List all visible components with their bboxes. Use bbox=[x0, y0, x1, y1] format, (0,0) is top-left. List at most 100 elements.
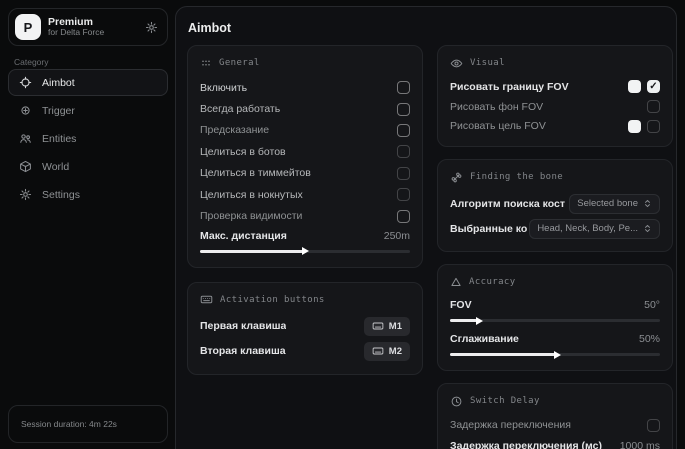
visual-row: Рисовать границу FOV bbox=[450, 77, 660, 97]
color-swatch[interactable] bbox=[628, 120, 641, 133]
slider-fill[interactable] bbox=[200, 250, 303, 253]
unfold-chevrons-icon bbox=[643, 224, 652, 233]
selected-bones-select[interactable]: Head, Neck, Body, Pe... bbox=[529, 219, 660, 239]
toggle-label: Целиться в нокнутых bbox=[200, 189, 303, 201]
dropdown-label: Выбранные кос bbox=[450, 223, 527, 235]
visual-row: Рисовать фон FOV bbox=[450, 97, 660, 117]
slider-row: Задержка переключения (мс) 1000 ms bbox=[450, 437, 660, 449]
slider-group: FOV 50° bbox=[450, 296, 660, 322]
left-column: General Включить Всегда работать Предска… bbox=[187, 45, 423, 375]
sidebar-item-entities[interactable]: Entities bbox=[8, 125, 168, 152]
eye-icon bbox=[450, 57, 463, 70]
keybind-label: Вторая клавиша bbox=[200, 345, 286, 357]
sidebar-item-label: Settings bbox=[42, 189, 80, 201]
sidebar-item-trigger[interactable]: Trigger bbox=[8, 97, 168, 124]
aimbot-crosshair-icon bbox=[19, 76, 32, 89]
toggle-label: Целиться в ботов bbox=[200, 146, 286, 158]
slider-label: Макс. дистанция bbox=[200, 230, 287, 242]
panel-accuracy: Accuracy FOV 50° Сглаживание 50% bbox=[437, 264, 673, 371]
dropdown-value: Head, Neck, Body, Pe... bbox=[537, 223, 638, 234]
sidebar: P Premium for Delta Force Category Aimbo… bbox=[0, 0, 175, 449]
keybind-button[interactable]: M1 bbox=[364, 317, 410, 336]
brand-subtitle: for Delta Force bbox=[48, 28, 138, 38]
page-title: Aimbot bbox=[188, 21, 231, 35]
bone-icon bbox=[450, 171, 463, 184]
toggle-label: Включить bbox=[200, 82, 247, 94]
checkbox[interactable] bbox=[647, 419, 660, 432]
sidebar-item-label: Aimbot bbox=[42, 77, 75, 89]
visual-row: Рисовать цель FOV bbox=[450, 117, 660, 137]
dropdown-label: Алгоритм поиска кост bbox=[450, 198, 565, 210]
world-cube-icon bbox=[19, 160, 32, 173]
checkbox[interactable] bbox=[647, 120, 660, 133]
slider-label: FOV bbox=[450, 299, 472, 311]
checkbox[interactable] bbox=[647, 100, 660, 113]
checkbox[interactable] bbox=[397, 145, 410, 158]
toggle-row: Целиться в тиммейтов bbox=[200, 163, 410, 184]
checkbox[interactable] bbox=[397, 167, 410, 180]
visual-label: Рисовать цель FOV bbox=[450, 120, 546, 132]
checkbox[interactable] bbox=[397, 210, 410, 223]
panel-title: Switch Delay bbox=[470, 396, 540, 406]
category-label: Category bbox=[14, 57, 49, 67]
slider-row: Макс. дистанция 250m bbox=[200, 227, 410, 245]
bone-algorithm-select[interactable]: Selected bone bbox=[569, 194, 660, 214]
sidebar-nav: Aimbot Trigger Entities World Settings bbox=[8, 69, 168, 208]
checkbox[interactable] bbox=[397, 124, 410, 137]
app-logo: P bbox=[15, 14, 41, 40]
entities-users-icon bbox=[19, 132, 32, 145]
slider-label: Задержка переключения (мс) bbox=[450, 440, 602, 449]
slider-row: Сглаживание 50% bbox=[450, 330, 660, 348]
checkbox[interactable] bbox=[397, 81, 410, 94]
panel-visual: Visual Рисовать границу FOV Рисовать фон… bbox=[437, 45, 673, 147]
checkbox[interactable] bbox=[397, 103, 410, 116]
sidebar-item-settings[interactable]: Settings bbox=[8, 181, 168, 208]
color-swatch[interactable] bbox=[628, 80, 641, 93]
toggle-row: Целиться в нокнутых bbox=[200, 184, 410, 205]
slider-fill[interactable] bbox=[450, 319, 477, 322]
toggle-row: Задержка переключения bbox=[450, 415, 660, 435]
panel-title: Finding the bone bbox=[470, 172, 563, 182]
panel-accuracy-header: Accuracy bbox=[450, 275, 660, 289]
checkbox[interactable] bbox=[647, 80, 660, 93]
panel-bone-header: Finding the bone bbox=[450, 170, 660, 184]
panel-switch-delay-header: Switch Delay bbox=[450, 394, 660, 408]
dropdown-row: Выбранные кос Head, Neck, Body, Pe... bbox=[450, 216, 660, 241]
triangle-icon bbox=[450, 276, 462, 288]
panel-general-header: General bbox=[200, 56, 410, 70]
keybind-row: Вторая клавиша M2 bbox=[200, 339, 410, 364]
keybind-row: Первая клавиша M1 bbox=[200, 314, 410, 339]
session-duration-text: Session duration: 4m 22s bbox=[21, 419, 117, 429]
fov-slider[interactable] bbox=[450, 319, 660, 322]
panel-title: General bbox=[219, 58, 260, 68]
checkbox[interactable] bbox=[397, 188, 410, 201]
panel-title: Activation buttons bbox=[220, 295, 325, 305]
toggle-row: Целиться в ботов bbox=[200, 141, 410, 162]
slider-label: Сглаживание bbox=[450, 333, 519, 345]
slider-group: Сглаживание 50% bbox=[450, 330, 660, 356]
toggle-label: Всегда работать bbox=[200, 103, 280, 115]
toggle-label: Предсказание bbox=[200, 124, 269, 136]
toggle-label: Проверка видимости bbox=[200, 210, 302, 222]
grid-icon bbox=[200, 57, 212, 69]
toggle-row: Включить bbox=[200, 77, 410, 98]
clock-icon bbox=[450, 395, 463, 408]
content-card: Aimbot General Включить Всегда работать … bbox=[175, 6, 677, 449]
visual-label: Рисовать границу FOV bbox=[450, 81, 569, 93]
dropdown-value: Selected bone bbox=[577, 198, 638, 209]
panel-visual-header: Visual bbox=[450, 56, 660, 70]
panel-activation-header: Activation buttons bbox=[200, 293, 410, 307]
slider-value: 50% bbox=[639, 333, 660, 345]
smoothing-slider[interactable] bbox=[450, 353, 660, 356]
keybind-button[interactable]: M2 bbox=[364, 342, 410, 361]
keybind-value: M1 bbox=[389, 321, 402, 332]
sidebar-item-world[interactable]: World bbox=[8, 153, 168, 180]
panel-title: Accuracy bbox=[469, 277, 516, 287]
slider-fill[interactable] bbox=[450, 353, 555, 356]
toggle-label: Целиться в тиммейтов bbox=[200, 167, 311, 179]
sidebar-item-aimbot[interactable]: Aimbot bbox=[8, 69, 168, 96]
gear-icon[interactable] bbox=[145, 21, 158, 34]
keyboard-icon bbox=[372, 345, 384, 357]
keybind-label: Первая клавиша bbox=[200, 320, 286, 332]
max-distance-slider[interactable] bbox=[200, 250, 410, 253]
